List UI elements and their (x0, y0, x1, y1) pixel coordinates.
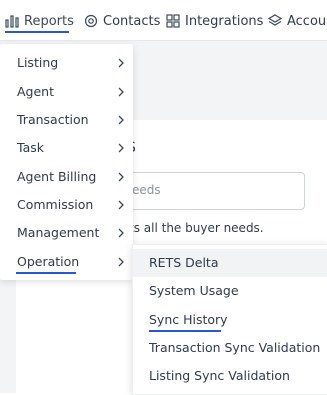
menu-item-commission[interactable]: Commission (0, 191, 133, 219)
menu-item-agent[interactable]: Agent (0, 78, 133, 106)
menu-item-agent-billing[interactable]: Agent Billing (0, 163, 133, 191)
grid-icon (166, 14, 180, 28)
menu-item-listing[interactable]: Listing (0, 49, 133, 77)
chevron-right-icon (118, 115, 124, 125)
menu-item-label: Agent Billing (17, 169, 97, 184)
submenu-item-system-usage[interactable]: System Usage (133, 277, 327, 305)
menu-item-operation[interactable]: Operation (0, 248, 133, 276)
chevron-right-icon (118, 257, 124, 267)
submenu-item-rets-delta[interactable]: RETS Delta (133, 249, 327, 277)
top-navigation: Reports Contacts Integrations Accour (0, 0, 327, 41)
chevron-right-icon (118, 172, 124, 182)
needs-input[interactable]: eeds (113, 172, 305, 210)
at-sign-icon (84, 14, 98, 28)
menu-item-label: Management (17, 225, 100, 240)
submenu-item-sync-history[interactable]: Sync History (133, 306, 327, 334)
active-underline (149, 330, 221, 332)
chevron-right-icon (118, 87, 124, 97)
submenu-item-label: Listing Sync Validation (149, 368, 290, 383)
layers-icon (268, 14, 282, 28)
submenu-item-label: RETS Delta (149, 255, 219, 270)
chevron-right-icon (118, 143, 124, 153)
nav-label-account: Accour (287, 13, 327, 29)
menu-item-management[interactable]: Management (0, 219, 133, 247)
menu-item-label: Listing (17, 55, 59, 70)
bar-chart-icon (5, 14, 19, 28)
menu-item-label: Commission (17, 197, 94, 212)
nav-item-account[interactable]: Accour (268, 10, 327, 32)
chevron-right-icon (118, 58, 124, 68)
nav-label-integrations: Integrations (185, 13, 264, 29)
nav-label-reports: Reports (24, 13, 74, 29)
menu-item-label: Task (17, 140, 44, 155)
menu-item-label: Operation (17, 254, 80, 269)
menu-item-task[interactable]: Task (0, 134, 133, 162)
menu-item-label: Transaction (17, 112, 89, 127)
section-description: ts all the buyer needs. (129, 221, 264, 235)
reports-dropdown-menu: Listing Agent Transaction Task Agent Bil… (0, 44, 133, 280)
submenu-item-transaction-sync-validation[interactable]: Transaction Sync Validation (133, 334, 327, 362)
nav-item-contacts[interactable]: Contacts (84, 10, 160, 32)
nav-active-underline (5, 31, 69, 33)
operation-submenu: RETS Delta System Usage Sync History Tra… (132, 244, 327, 395)
nav-label-contacts: Contacts (103, 13, 161, 29)
chevron-right-icon (118, 228, 124, 238)
submenu-item-label: Transaction Sync Validation (149, 340, 321, 355)
active-underline (16, 272, 76, 274)
submenu-item-listing-sync-validation[interactable]: Listing Sync Validation (133, 362, 327, 390)
menu-item-transaction[interactable]: Transaction (0, 106, 133, 134)
menu-item-label: Agent (17, 84, 54, 99)
nav-item-reports[interactable]: Reports (5, 10, 74, 32)
needs-input-placeholder: eeds (132, 183, 161, 197)
submenu-item-label: Sync History (149, 312, 228, 327)
submenu-item-label: System Usage (149, 283, 239, 298)
chevron-right-icon (118, 200, 124, 210)
nav-item-integrations[interactable]: Integrations (166, 10, 263, 32)
